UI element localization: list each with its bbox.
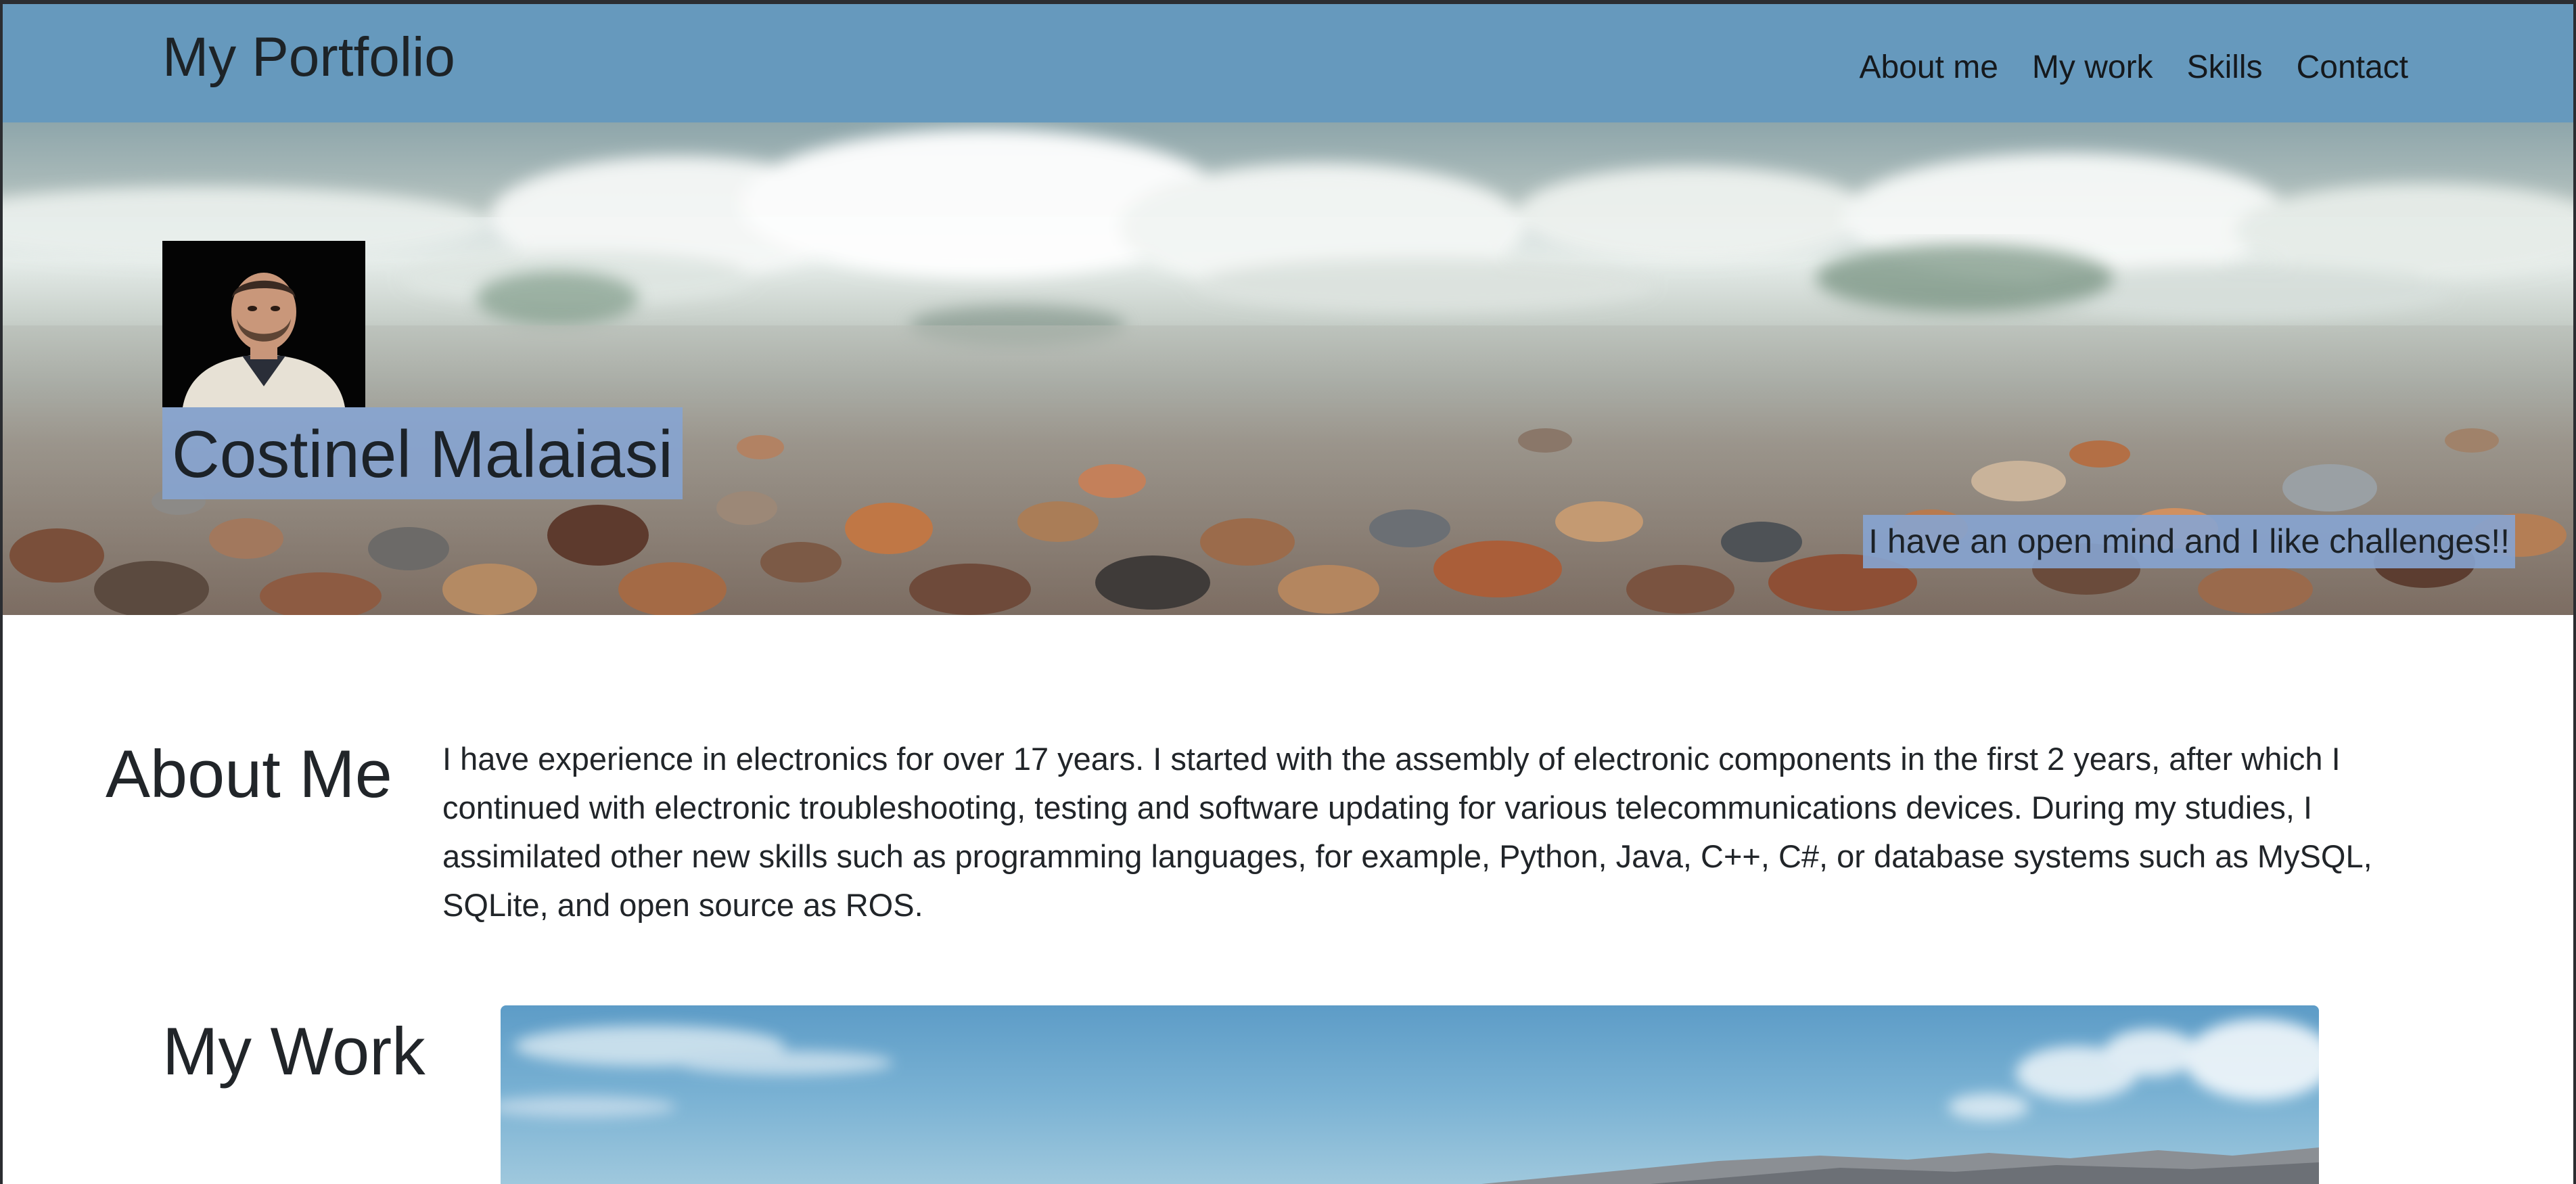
nav-link-my-work[interactable]: My work [2032,51,2153,84]
work-project-image[interactable] [501,1005,2319,1184]
about-text: I have experience in electronics for ove… [442,741,2372,923]
person-portrait-icon [162,241,365,407]
portfolio-page: My Portfolio About me My work Skills Con… [3,4,2573,1184]
hero-name: Costinel Malaiasi [162,407,683,499]
work-heading: My Work [162,1014,426,1089]
hero-banner: Costinel Malaiasi I have an open mind an… [3,122,2573,615]
nav-link-about-me[interactable]: About me [1859,51,1998,84]
profile-photo [162,241,365,407]
navbar-brand[interactable]: My Portfolio [162,30,455,85]
nav-links: About me My work Skills Contact [1859,51,2408,84]
nav-link-skills[interactable]: Skills [2187,51,2263,84]
nav-link-contact[interactable]: Contact [2297,51,2408,84]
navbar: My Portfolio About me My work Skills Con… [3,4,2573,122]
hero-tagline: I have an open mind and I like challenge… [1863,515,2515,568]
landscape-photo [501,1019,2319,1184]
about-heading: About Me [106,736,392,811]
